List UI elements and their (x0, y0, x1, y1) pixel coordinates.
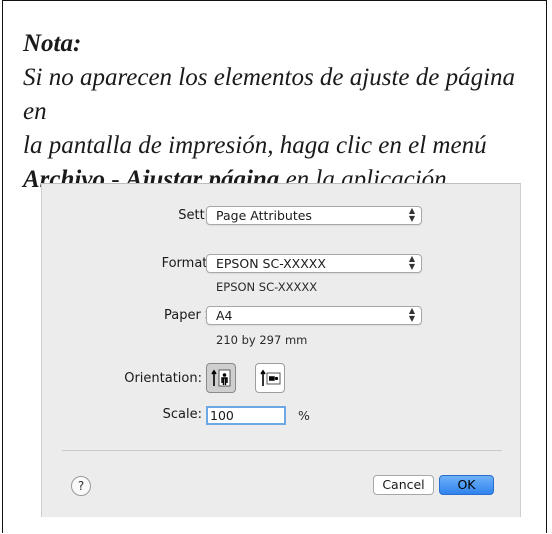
note-line-1: Si no aparecen los elementos de ajuste d… (23, 64, 516, 125)
settings-select[interactable]: Page Attributes ▲ ▼ (206, 206, 422, 225)
help-icon: ? (77, 479, 85, 493)
scale-label: Scale: (162, 407, 202, 422)
format-for-value: EPSON SC-XXXXX (216, 256, 326, 271)
orientation-portrait-button[interactable] (206, 363, 236, 393)
stepper-arrows-icon: ▲ ▼ (408, 254, 415, 271)
note-line-2: la pantalla de impresión, haga clic en e… (23, 132, 487, 159)
note-title: Nota: (23, 30, 82, 57)
ok-button[interactable]: OK (439, 475, 494, 495)
note-text: Nota: Si no aparecen los elementos de aj… (23, 27, 543, 197)
stepper-arrows-icon: ▲ ▼ (408, 306, 415, 323)
portrait-icon (211, 369, 231, 387)
orientation-label: Orientation: (124, 371, 202, 386)
note-body: Si no aparecen los elementos de ajuste d… (23, 64, 515, 193)
scale-unit: % (298, 408, 310, 423)
scale-input[interactable]: 100 (206, 406, 286, 425)
paper-size-select[interactable]: A4 ▲ ▼ (206, 306, 422, 325)
paper-size-value: A4 (216, 308, 233, 323)
cancel-button[interactable]: Cancel (373, 475, 434, 495)
stepper-arrows-icon: ▲ ▼ (408, 206, 415, 223)
landscape-icon (260, 369, 281, 386)
orientation-landscape-button[interactable] (255, 363, 285, 393)
help-button[interactable]: ? (71, 476, 91, 496)
dialog-divider (62, 450, 502, 451)
format-for-select[interactable]: EPSON SC-XXXXX ▲ ▼ (206, 254, 422, 273)
note-box: Nota: Si no aparecen los elementos de aj… (2, 0, 547, 533)
paper-size-subtext: 210 by 297 mm (216, 333, 308, 347)
settings-select-value: Page Attributes (216, 208, 312, 223)
page-setup-dialog: Settings: Page Attributes ▲▼ Format For:… (41, 183, 521, 517)
format-for-subtext: EPSON SC-XXXXX (216, 280, 318, 294)
